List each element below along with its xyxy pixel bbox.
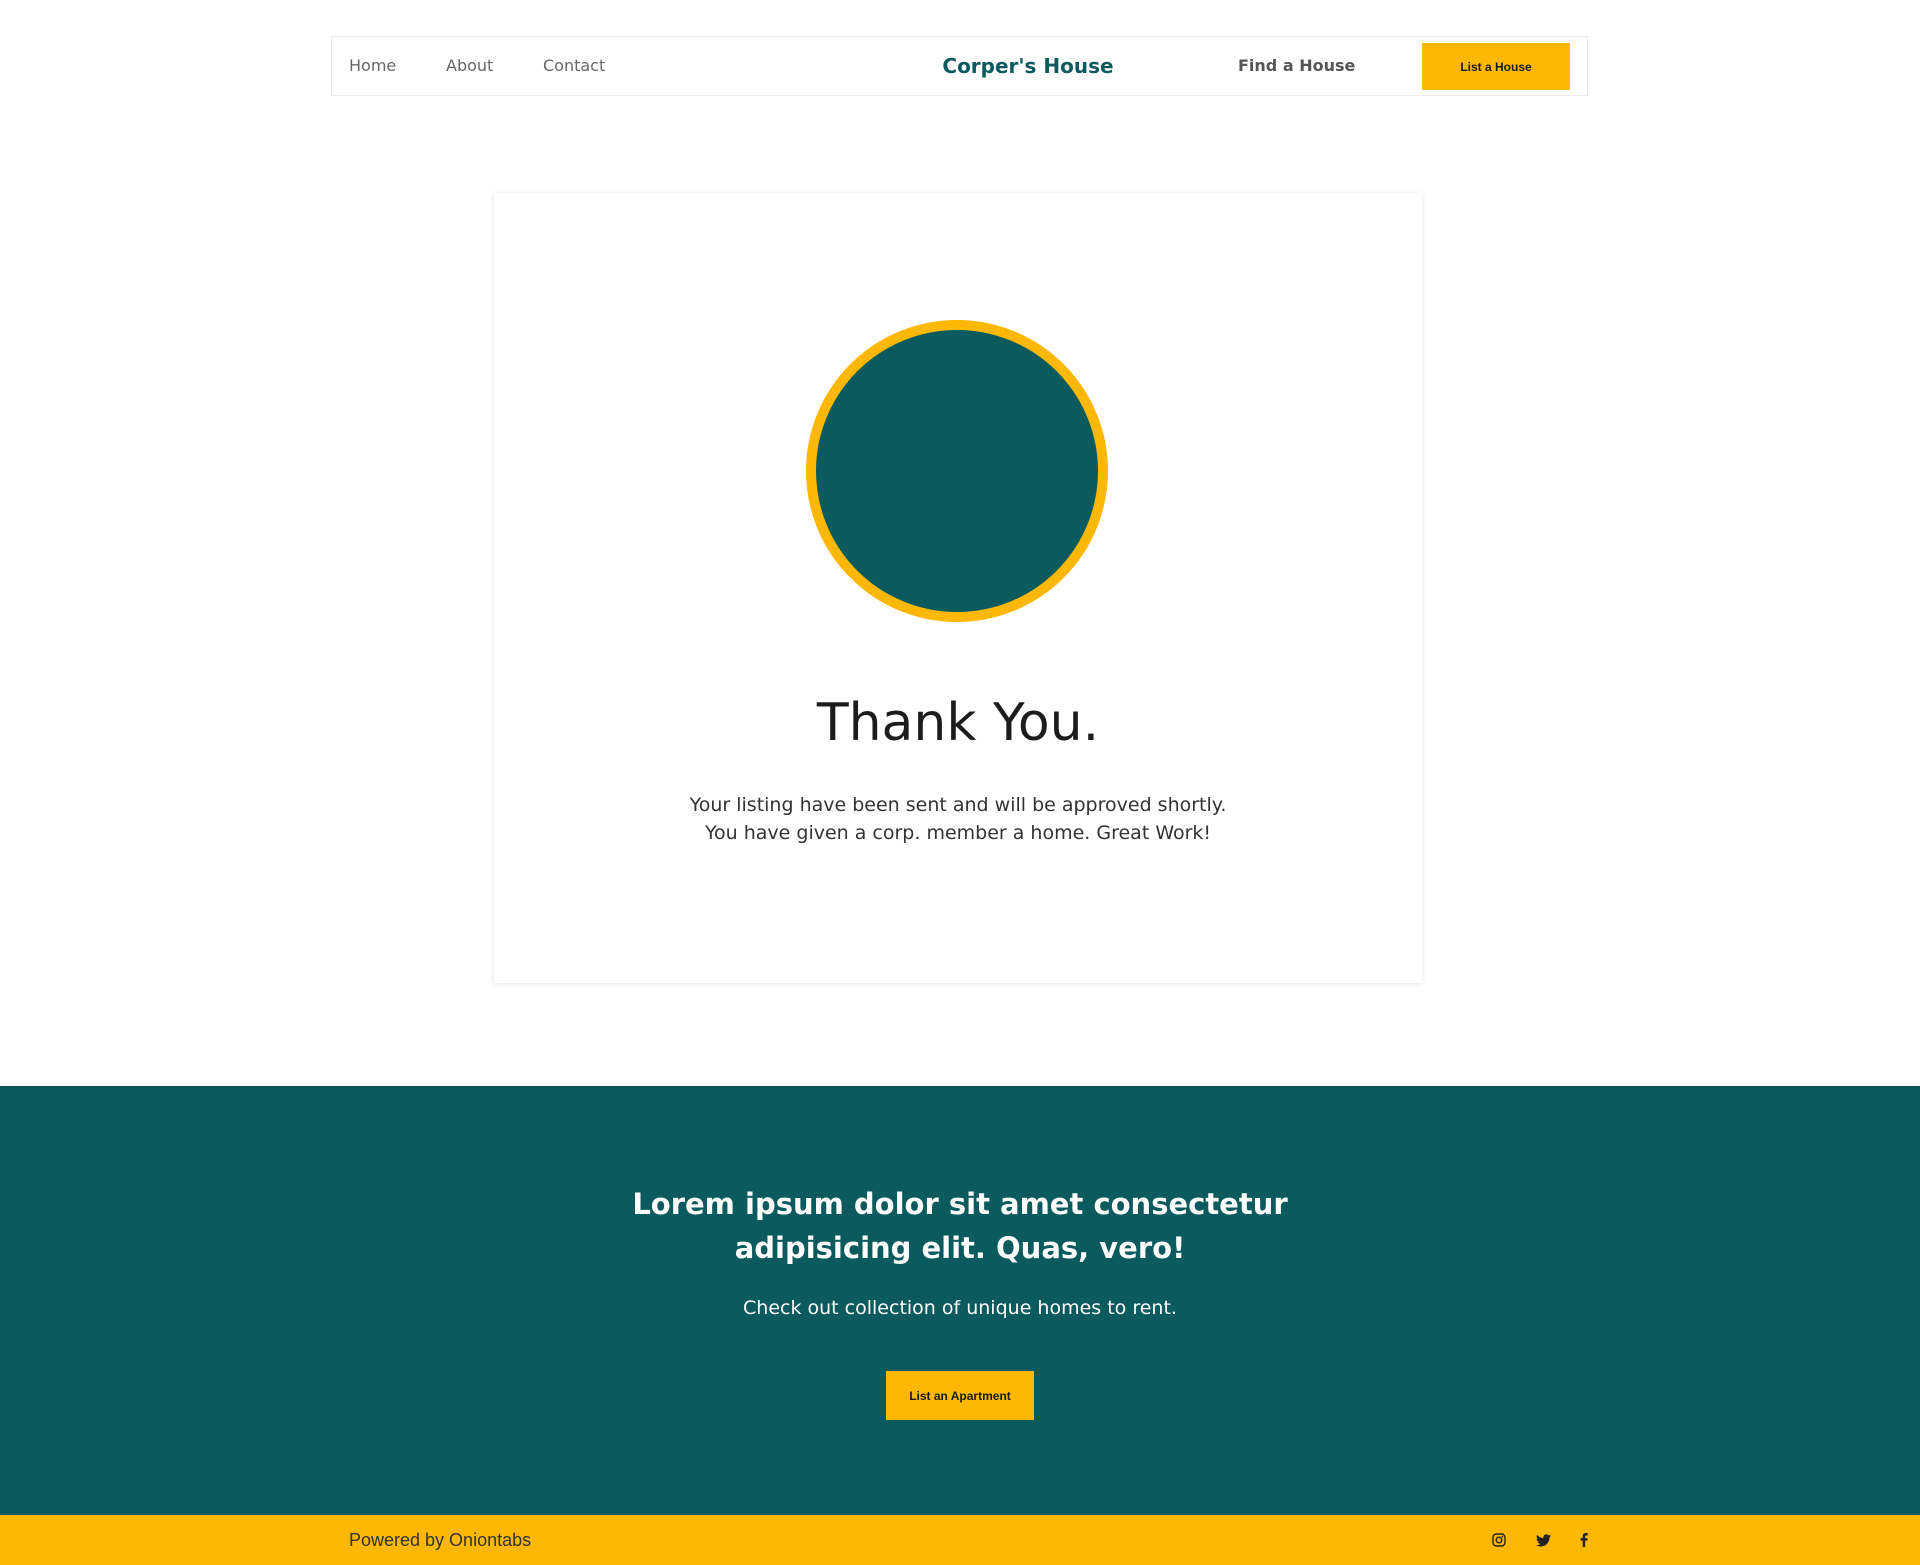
list-apartment-button[interactable]: List an Apartment	[886, 1371, 1034, 1420]
thank-you-heading: Thank You.	[816, 693, 1100, 753]
nav-home-link[interactable]: Home	[349, 37, 396, 95]
instagram-icon[interactable]	[1490, 1531, 1508, 1549]
cta-heading-line-1: Lorem ipsum dolor sit amet consectetur	[632, 1187, 1288, 1221]
top-navbar: Home About Contact Corper's House Find a…	[331, 36, 1588, 96]
find-house-link[interactable]: Find a House	[1238, 37, 1355, 95]
success-circle-icon	[806, 320, 1108, 622]
cta-heading: Lorem ipsum dolor sit amet consectetur a…	[560, 1182, 1360, 1270]
message-line-1: Your listing have been sent and will be …	[689, 794, 1227, 816]
footer: Powered by Oniontabs	[0, 1515, 1920, 1565]
list-house-button[interactable]: List a House	[1422, 43, 1570, 90]
twitter-icon[interactable]	[1534, 1531, 1552, 1549]
powered-by-text: Powered by Oniontabs	[349, 1530, 532, 1550]
facebook-icon[interactable]	[1575, 1531, 1593, 1549]
confirmation-message: Your listing have been sent and will be …	[494, 791, 1422, 847]
nav-contact-link[interactable]: Contact	[543, 37, 605, 95]
thank-you-card: Thank You. Your listing have been sent a…	[494, 193, 1422, 983]
nav-about-link[interactable]: About	[446, 37, 493, 95]
cta-heading-line-2: adipisicing elit. Quas, vero!	[734, 1231, 1186, 1265]
cta-subtitle: Check out collection of unique homes to …	[743, 1297, 1177, 1319]
cta-section: Lorem ipsum dolor sit amet consectetur a…	[0, 1086, 1920, 1515]
brand-logo-link[interactable]: Corper's House	[918, 37, 1138, 95]
message-line-2: You have given a corp. member a home. Gr…	[704, 822, 1212, 844]
